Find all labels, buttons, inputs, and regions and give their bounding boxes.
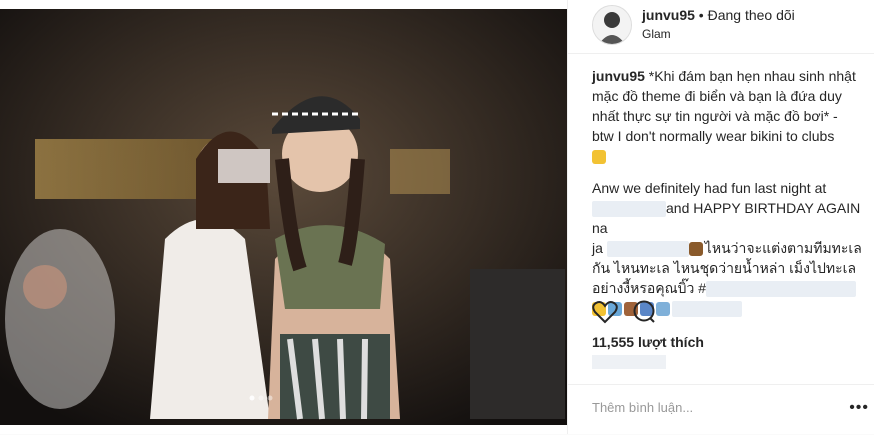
post-actions (592, 300, 862, 330)
follow-status[interactable]: • Đang theo dõi (699, 7, 795, 23)
redacted-tags (706, 281, 857, 298)
avatar-icon (593, 6, 631, 44)
box-emoji-icon (688, 242, 703, 257)
post-sidebar: junvu95 • Đang theo dõi Glam junvu95 *Kh… (567, 0, 874, 434)
comment-input[interactable]: Thêm bình luận... (592, 400, 693, 415)
caption-hash: # (698, 280, 707, 296)
caption-emoji-line (592, 146, 862, 166)
post-caption: junvu95 *Khi đám bạn hẹn nhau sinh nhật … (592, 66, 862, 318)
post-photo[interactable] (0, 9, 567, 425)
post-location[interactable]: Glam (642, 27, 671, 41)
avatar[interactable] (592, 5, 632, 45)
redacted-mention (592, 201, 666, 218)
caption-main: junvu95 *Khi đám bạn hẹn nhau sinh nhật … (592, 66, 862, 146)
comment-box: Thêm bình luận... ••• (568, 384, 874, 435)
post-header: junvu95 • Đang theo dõi Glam (568, 0, 874, 54)
post-date (592, 355, 666, 369)
heart-icon[interactable] (592, 300, 618, 324)
caption-line2: Anw we definitely had fun last night at … (592, 178, 862, 298)
likes-count[interactable]: 11,555 lượt thích (592, 334, 704, 350)
comment-icon[interactable] (632, 300, 656, 324)
instagram-post: junvu95 • Đang theo dõi Glam junvu95 *Kh… (0, 0, 874, 434)
username-link[interactable]: junvu95 (642, 7, 695, 23)
caption-username[interactable]: junvu95 (592, 68, 645, 84)
post-username[interactable]: junvu95 • Đang theo dõi (642, 7, 795, 23)
caption-line2a: Anw we definitely had fun last night at (592, 180, 827, 196)
laughing-emoji-icon (592, 150, 606, 165)
caption-line2c: ja (592, 240, 603, 256)
photo-illustration (0, 9, 567, 425)
redacted-mention-2 (606, 241, 689, 258)
more-options-icon[interactable]: ••• (849, 399, 869, 417)
